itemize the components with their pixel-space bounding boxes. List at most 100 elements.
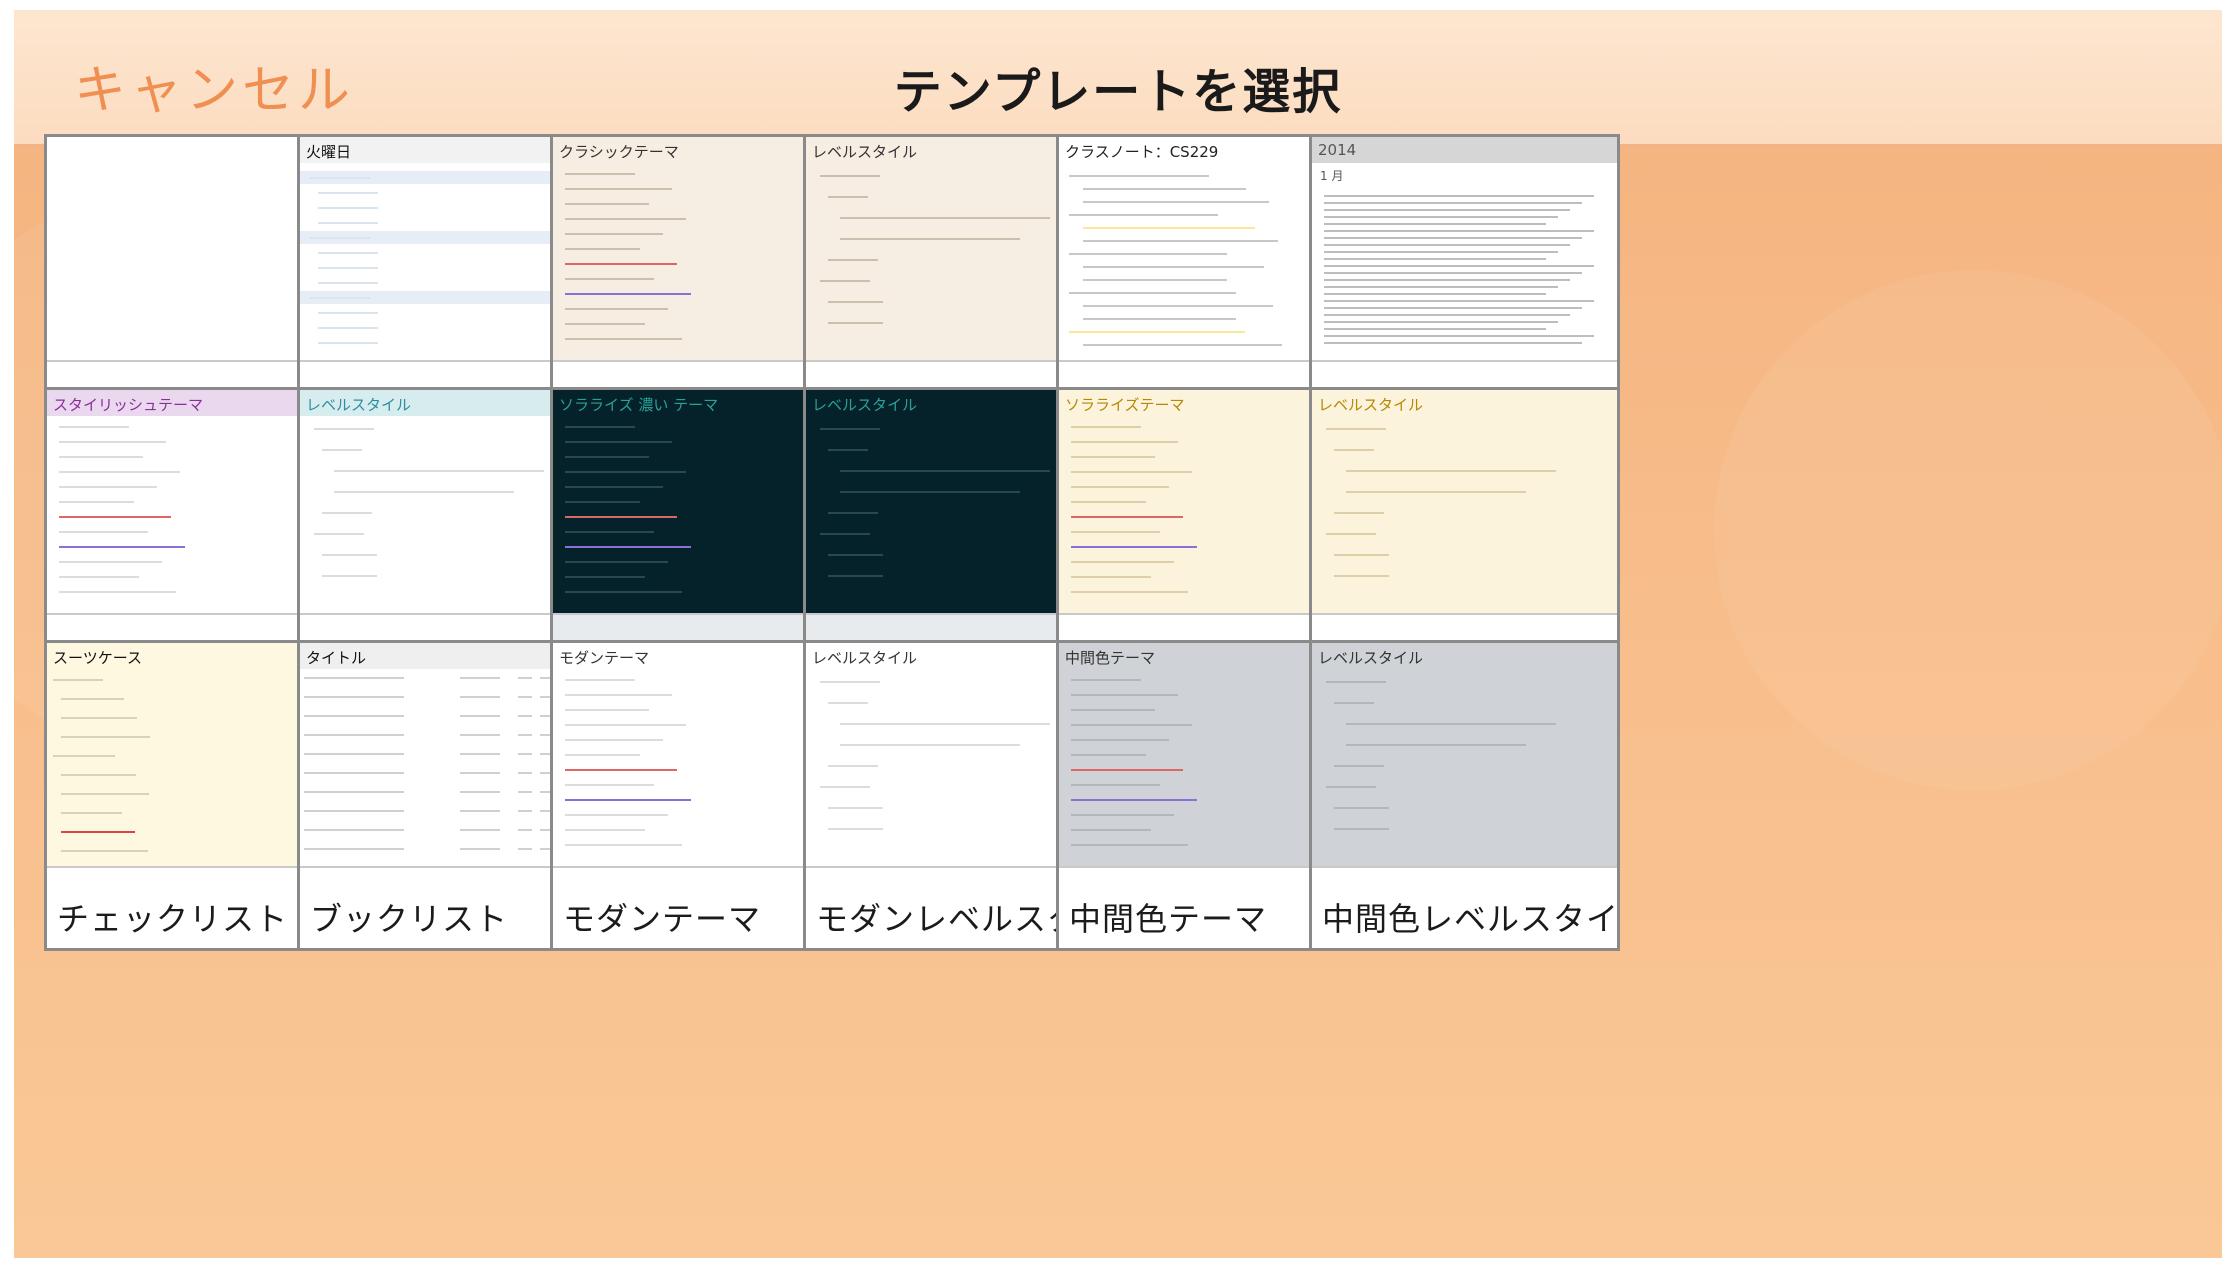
preview-text-line [828,828,883,830]
template-preview: レベルスタイル [1312,643,1617,866]
preview-text-line [518,791,532,793]
preview-text-line [1324,216,1558,218]
page-title: テンプレートを選択 [893,64,1343,120]
preview-text-line [840,491,1020,493]
preview-text-line [1071,531,1160,533]
preview-text-line [565,218,686,220]
preview-text-line [61,831,135,833]
preview-text-line [59,546,185,548]
preview-text-line [460,829,500,831]
preview-text-line [460,848,500,850]
preview-text-line [1071,546,1197,548]
preview-text-line [565,769,677,771]
preview-text-line [565,173,635,175]
preview-text-line [820,681,880,683]
background-decoration [1714,270,2222,790]
preview-text-line [1071,426,1141,428]
preview-text-line [565,561,668,563]
preview-text-line [1071,739,1169,741]
preview-text-line [1083,266,1264,268]
preview-text-line [565,293,691,295]
template-name: 中間色テーマ [1069,900,1268,938]
preview-text-line [1071,709,1155,711]
preview-text-line [828,702,868,704]
preview-text-line [1324,335,1594,337]
navigation-bar: キャンセル テンプレートを選択 [14,10,2222,145]
preview-text-line [1083,318,1236,320]
preview-text-line [59,486,157,488]
preview-text-line [565,546,691,548]
preview-text-line [840,723,1050,725]
template-name: ブックリスト [310,900,509,938]
preview-text-line [518,829,532,831]
preview-text-line [1069,331,1245,333]
preview-text-line [828,449,868,451]
preview-text-line [318,282,378,284]
preview-text-line [1324,251,1558,253]
preview-text-line [1071,679,1141,681]
preview-text-line [1083,188,1246,190]
preview-text-line [304,829,404,831]
preview-text-line [304,677,404,679]
preview-text-line [61,812,122,814]
preview-text-line [1069,253,1227,255]
template-name: チェックリスト [57,900,289,938]
preview-text-line [565,591,682,593]
preview-text-line [820,280,870,282]
preview-text-line [304,848,404,850]
preview-text-line [1071,591,1188,593]
preview-text-line [460,696,500,698]
preview-text-line [61,736,150,738]
template-picker-window: キャンセル テンプレートを選択 デフォルト火曜日-112カロリークラシックテーマ… [14,10,2222,1258]
preview-text-line [460,715,500,717]
preview-text-line [1346,744,1526,746]
preview-text-line [1324,272,1582,274]
preview-text-line [59,516,171,518]
preview-text-line [1071,694,1178,696]
preview-text-line [1071,486,1169,488]
preview-text-line [1071,829,1151,831]
preview-text-line [59,561,162,563]
preview-text-line [518,753,532,755]
template-card[interactable]: レベルスタイル 中間色レベルスタイル [1309,640,1620,951]
preview-text-line [1326,681,1386,683]
preview-text-line [53,679,103,681]
preview-text-line [460,791,500,793]
preview-text-line [314,533,364,535]
preview-text-line [322,575,377,577]
preview-text-line [1326,786,1376,788]
preview-text-line [59,426,129,428]
preview-text-line [1334,554,1389,556]
preview-text-line [318,207,378,209]
preview-text-line [565,679,635,681]
preview-text-line [1324,202,1582,204]
template-preview: 2014 1 月 [1312,137,1617,360]
preview-text-line [565,576,645,578]
preview-text-line [1071,844,1188,846]
preview-text-line [61,850,148,852]
template-label-bar: 中間色レベルスタイル [1312,866,1617,948]
preview-text-line [565,233,663,235]
preview-text-line [1346,723,1556,725]
preview-text-line [460,772,500,774]
preview-text-line [565,531,654,533]
preview-text-line [318,312,378,314]
preview-text-line [1071,441,1178,443]
preview-text-line [565,426,635,428]
preview-text-line [1324,300,1594,302]
preview-text-line [1071,814,1174,816]
preview-text-line [565,441,672,443]
template-name: モダンテーマ [563,900,762,938]
preview-text-line [1324,293,1546,295]
preview-text-line [1083,305,1273,307]
preview-text-line [518,715,532,717]
preview-text-line [828,259,878,261]
preview-text-line [61,717,137,719]
preview-text-line [565,784,654,786]
preview-text-line [565,829,645,831]
preview-text-line [1324,321,1558,323]
preview-text-line [1324,279,1570,281]
preview-text-line [565,486,663,488]
preview-text-line [565,456,649,458]
preview-text-line [820,786,870,788]
